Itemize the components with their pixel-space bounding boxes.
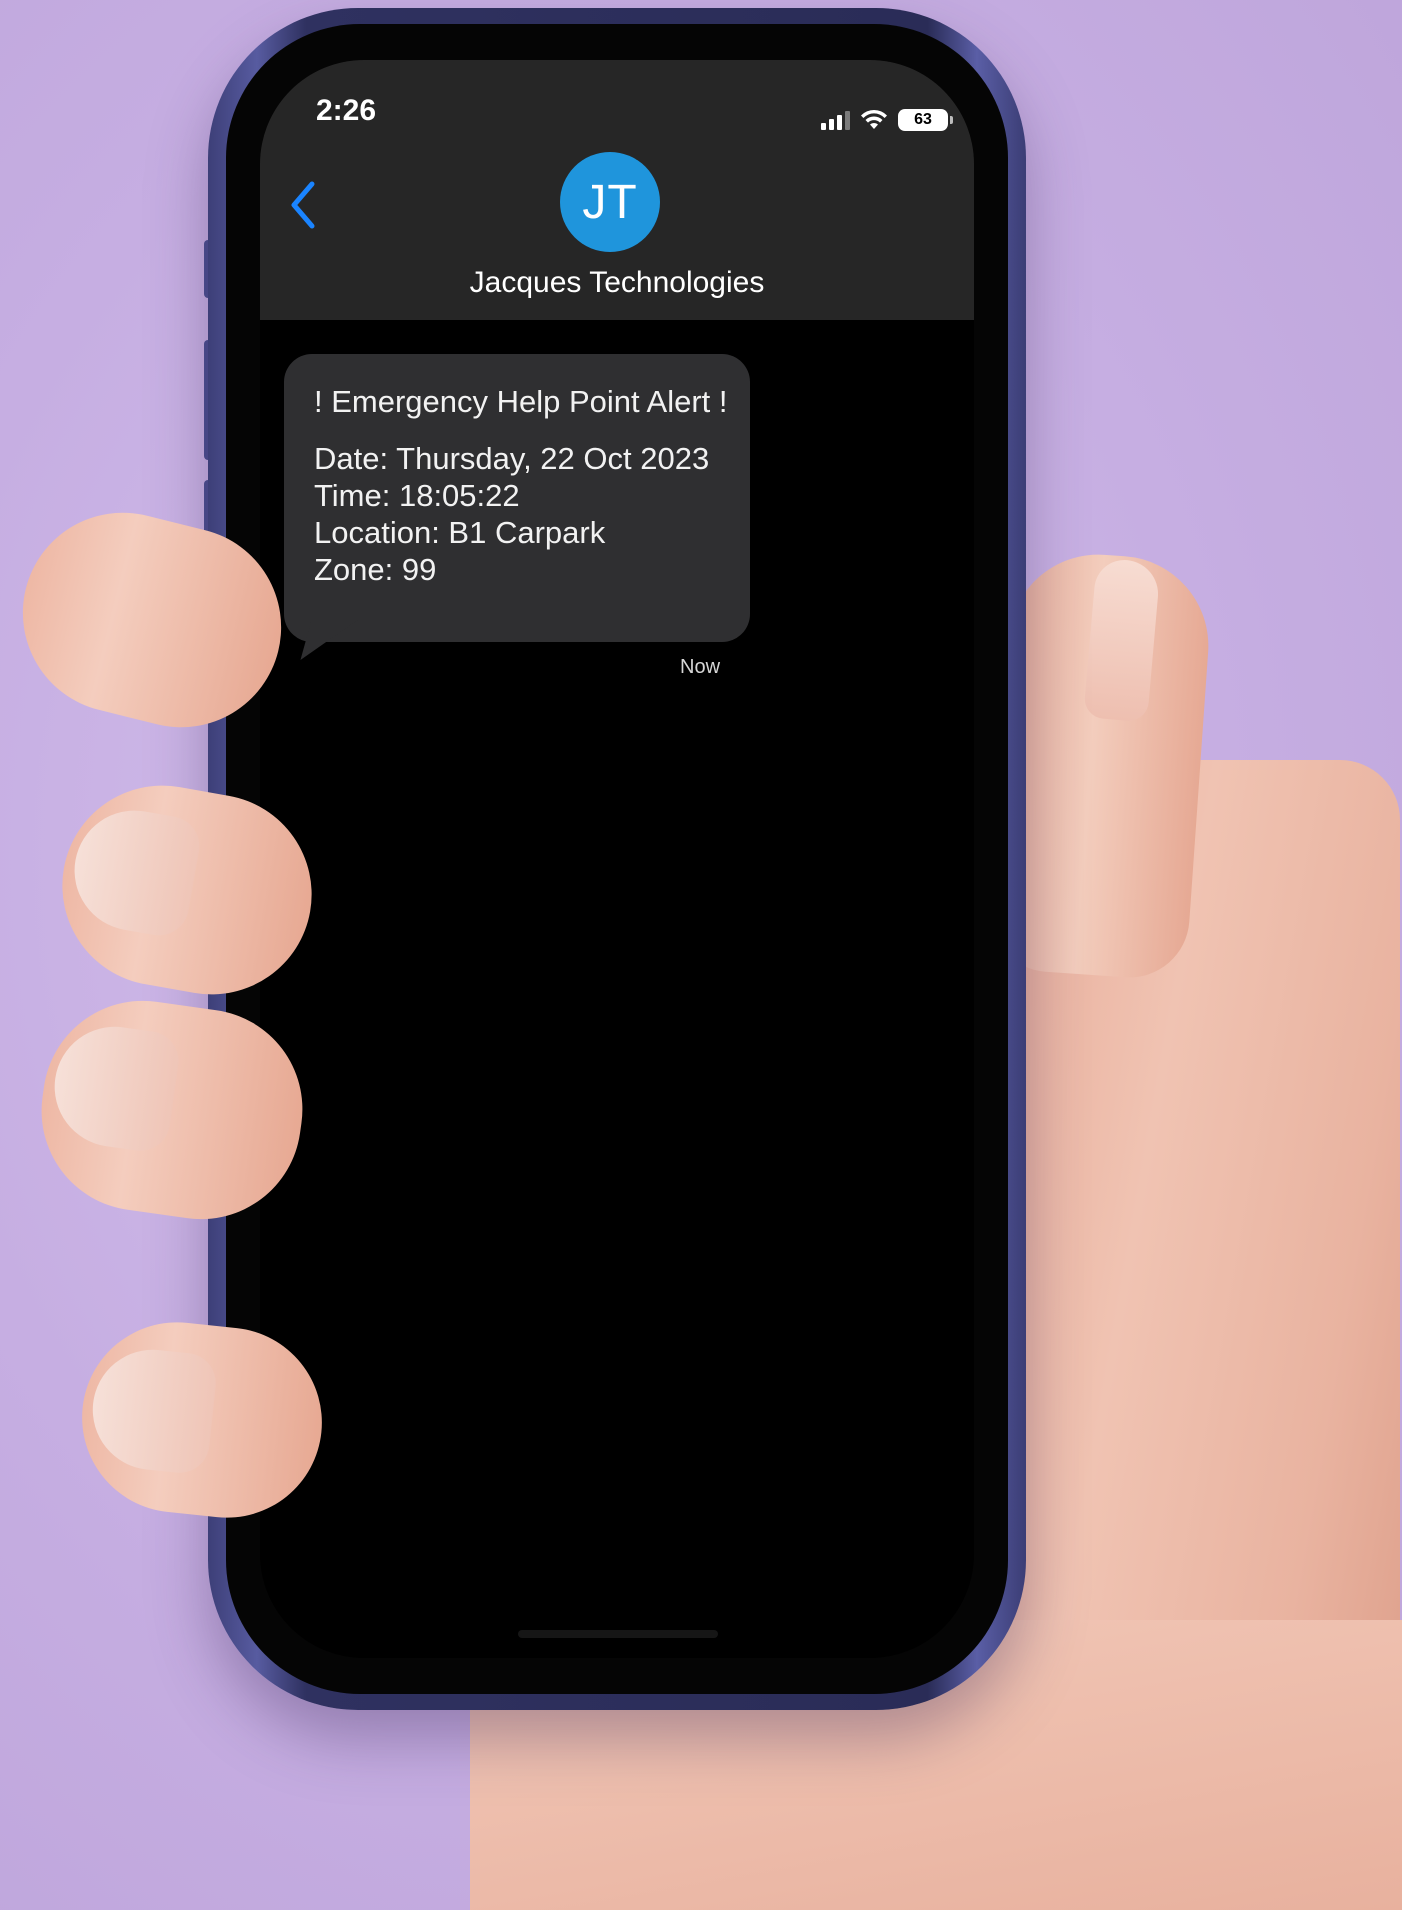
chevron-left-icon[interactable] xyxy=(286,178,320,232)
message-bubble[interactable]: ! Emergency Help Point Alert ! Date: Thu… xyxy=(284,354,750,642)
finger-nail xyxy=(46,1019,183,1155)
contact-name[interactable]: Jacques Technologies xyxy=(260,266,974,300)
message-zone: Zone: 99 xyxy=(314,552,437,587)
message-title: ! Emergency Help Point Alert ! xyxy=(314,384,728,419)
home-indicator xyxy=(518,1630,718,1638)
status-time: 2:26 xyxy=(316,94,377,127)
cellular-signal-icon xyxy=(821,110,850,130)
message-date: Date: Thursday, 22 Oct 2023 xyxy=(314,441,710,476)
battery-indicator: 63 xyxy=(898,109,953,131)
conversation-header: 2:26 63 JT Jacques Technologies xyxy=(260,60,974,320)
phone-screen: 2:26 63 JT Jacques Technologies ! Emerge… xyxy=(260,60,974,1658)
message-time: Time: 18:05:22 xyxy=(314,478,520,513)
message-location: Location: B1 Carpark xyxy=(314,515,606,550)
message-timestamp: Now xyxy=(680,656,721,678)
finger-nail xyxy=(86,1343,219,1476)
finger-nail xyxy=(65,801,205,941)
status-icons: 63 xyxy=(821,108,953,132)
contact-avatar[interactable]: JT xyxy=(560,152,660,252)
wifi-icon xyxy=(861,109,887,129)
phone-device: 2:26 63 JT Jacques Technologies ! Emerge… xyxy=(208,8,1026,1710)
